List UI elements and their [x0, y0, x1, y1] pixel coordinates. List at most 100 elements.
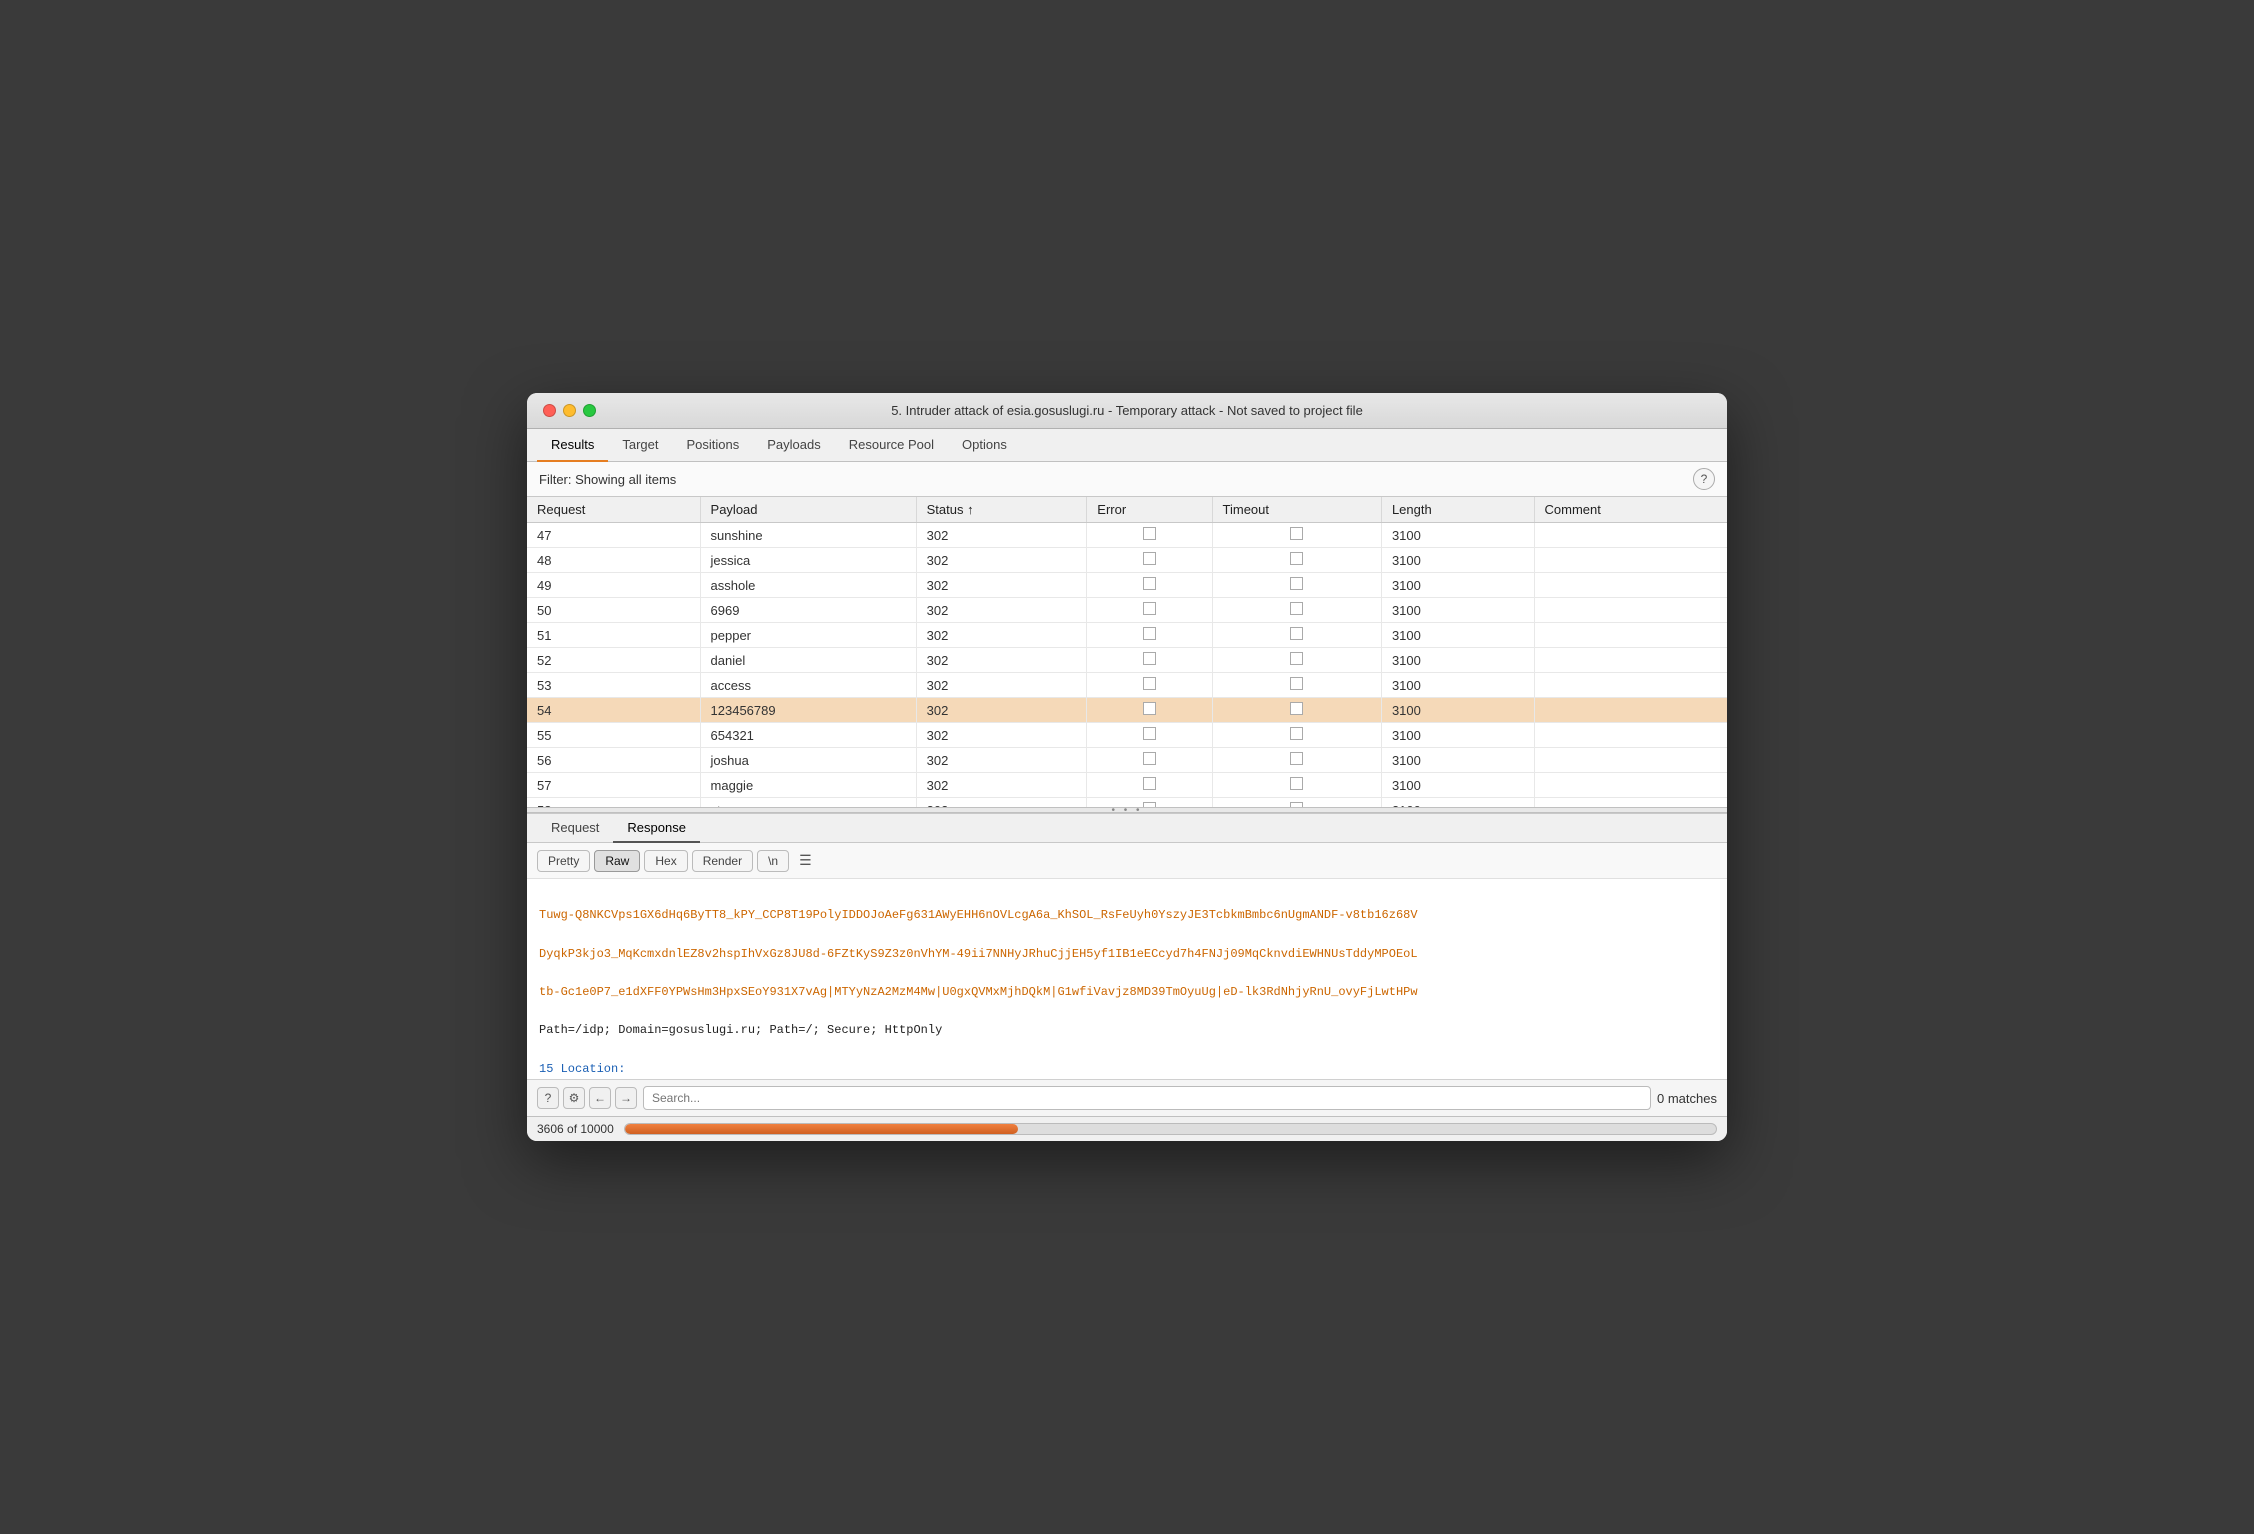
- table-row[interactable]: 55 654321 302 3100: [527, 723, 1727, 748]
- maximize-button[interactable]: [583, 404, 596, 417]
- tab-positions[interactable]: Positions: [673, 429, 754, 462]
- response-line3: tb-Gc1e0P7_e1dXFF0YPWsHm3HpxSEoY931X7vAg…: [539, 985, 1418, 999]
- cell-error: [1087, 623, 1212, 648]
- close-button[interactable]: [543, 404, 556, 417]
- tab-resource-pool[interactable]: Resource Pool: [835, 429, 948, 462]
- col-timeout[interactable]: Timeout: [1212, 497, 1381, 523]
- col-status[interactable]: Status ↑: [916, 497, 1087, 523]
- error-checkbox[interactable]: [1143, 677, 1156, 690]
- col-error[interactable]: Error: [1087, 497, 1212, 523]
- timeout-checkbox[interactable]: [1290, 777, 1303, 790]
- table-row[interactable]: 53 access 302 3100: [527, 673, 1727, 698]
- table-row[interactable]: 48 jessica 302 3100: [527, 548, 1727, 573]
- view-render[interactable]: Render: [692, 850, 753, 872]
- timeout-checkbox[interactable]: [1290, 527, 1303, 540]
- table-row[interactable]: 56 joshua 302 3100: [527, 748, 1727, 773]
- tab-target[interactable]: Target: [608, 429, 672, 462]
- view-raw[interactable]: Raw: [594, 850, 640, 872]
- error-checkbox[interactable]: [1143, 752, 1156, 765]
- cell-timeout: [1212, 623, 1381, 648]
- title-bar: 5. Intruder attack of esia.gosuslugi.ru …: [527, 393, 1727, 429]
- minimize-button[interactable]: [563, 404, 576, 417]
- progress-fill: [625, 1124, 1018, 1134]
- error-checkbox[interactable]: [1143, 777, 1156, 790]
- error-checkbox[interactable]: [1143, 602, 1156, 615]
- error-checkbox[interactable]: [1143, 727, 1156, 740]
- bottom-panel: Request Response Pretty Raw Hex Render \…: [527, 813, 1727, 1116]
- search-input[interactable]: [643, 1086, 1651, 1110]
- help-button[interactable]: ?: [1693, 468, 1715, 490]
- tab-request[interactable]: Request: [537, 814, 613, 843]
- timeout-checkbox[interactable]: [1290, 727, 1303, 740]
- error-checkbox[interactable]: [1143, 802, 1156, 807]
- cell-timeout: [1212, 573, 1381, 598]
- settings-icon-btn[interactable]: ⚙: [563, 1087, 585, 1109]
- cell-status: 302: [916, 573, 1087, 598]
- cell-payload: access: [700, 673, 916, 698]
- timeout-checkbox[interactable]: [1290, 677, 1303, 690]
- cell-length: 3100: [1381, 648, 1534, 673]
- timeout-checkbox[interactable]: [1290, 752, 1303, 765]
- cell-timeout: [1212, 748, 1381, 773]
- response-line1: Tuwg-Q8NKCVps1GX6dHq6ByTT8_kPY_CCP8T19Po…: [539, 908, 1418, 922]
- cell-length: 3100: [1381, 698, 1534, 723]
- cell-payload: pepper: [700, 623, 916, 648]
- table-row[interactable]: 50 6969 302 3100: [527, 598, 1727, 623]
- tab-payloads[interactable]: Payloads: [753, 429, 834, 462]
- error-checkbox[interactable]: [1143, 552, 1156, 565]
- menu-icon[interactable]: ☰: [793, 849, 818, 872]
- cell-comment: [1534, 698, 1727, 723]
- results-table: Request Payload Status ↑ Error Timeout L…: [527, 497, 1727, 807]
- search-icons: ? ⚙ ← →: [537, 1087, 637, 1109]
- cell-length: 3100: [1381, 623, 1534, 648]
- forward-icon-btn[interactable]: →: [615, 1087, 637, 1109]
- col-length[interactable]: Length: [1381, 497, 1534, 523]
- col-request[interactable]: Request: [527, 497, 700, 523]
- cell-status: 302: [916, 673, 1087, 698]
- back-icon-btn[interactable]: ←: [589, 1087, 611, 1109]
- error-checkbox[interactable]: [1143, 577, 1156, 590]
- cell-error: [1087, 773, 1212, 798]
- col-comment[interactable]: Comment: [1534, 497, 1727, 523]
- table-row[interactable]: 51 pepper 302 3100: [527, 623, 1727, 648]
- traffic-lights: [543, 404, 596, 417]
- view-pretty[interactable]: Pretty: [537, 850, 590, 872]
- cell-status: 302: [916, 548, 1087, 573]
- error-checkbox[interactable]: [1143, 627, 1156, 640]
- cell-error: [1087, 673, 1212, 698]
- cell-error: [1087, 598, 1212, 623]
- help-icon-btn[interactable]: ?: [537, 1087, 559, 1109]
- view-hex[interactable]: Hex: [644, 850, 687, 872]
- cell-id: 54: [527, 698, 700, 723]
- view-newline[interactable]: \n: [757, 850, 789, 872]
- timeout-checkbox[interactable]: [1290, 802, 1303, 807]
- col-payload[interactable]: Payload: [700, 497, 916, 523]
- table-row[interactable]: 47 sunshine 302 3100: [527, 523, 1727, 548]
- cell-length: 3100: [1381, 548, 1534, 573]
- cell-status: 302: [916, 773, 1087, 798]
- tab-results[interactable]: Results: [537, 429, 608, 462]
- cell-length: 3100: [1381, 798, 1534, 808]
- timeout-checkbox[interactable]: [1290, 602, 1303, 615]
- timeout-checkbox[interactable]: [1290, 577, 1303, 590]
- error-checkbox[interactable]: [1143, 702, 1156, 715]
- error-checkbox[interactable]: [1143, 527, 1156, 540]
- timeout-checkbox[interactable]: [1290, 652, 1303, 665]
- table-row[interactable]: 57 maggie 302 3100: [527, 773, 1727, 798]
- table-row[interactable]: 49 asshole 302 3100: [527, 573, 1727, 598]
- cell-comment: [1534, 573, 1727, 598]
- table-row[interactable]: 54 123456789 302 3100: [527, 698, 1727, 723]
- tab-options[interactable]: Options: [948, 429, 1021, 462]
- search-bar: ? ⚙ ← → 0 matches: [527, 1079, 1727, 1116]
- error-checkbox[interactable]: [1143, 652, 1156, 665]
- cell-payload: joshua: [700, 748, 916, 773]
- table-row[interactable]: 52 daniel 302 3100: [527, 648, 1727, 673]
- timeout-checkbox[interactable]: [1290, 702, 1303, 715]
- tab-response[interactable]: Response: [613, 814, 700, 843]
- timeout-checkbox[interactable]: [1290, 627, 1303, 640]
- timeout-checkbox[interactable]: [1290, 552, 1303, 565]
- cell-id: 47: [527, 523, 700, 548]
- cell-id: 58: [527, 798, 700, 808]
- cell-comment: [1534, 623, 1727, 648]
- cell-error: [1087, 748, 1212, 773]
